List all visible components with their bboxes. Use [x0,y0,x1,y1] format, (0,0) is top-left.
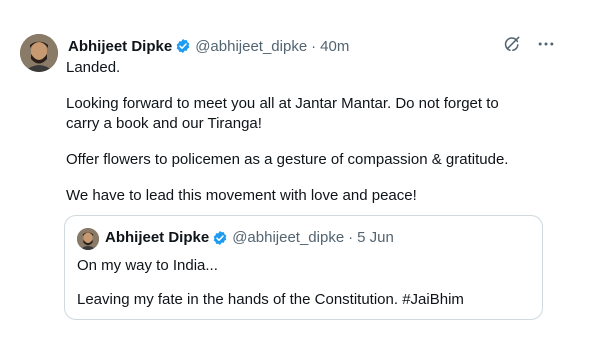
tweet-actions [502,34,556,54]
avatar-image [20,34,58,72]
tweet-text: Landed. Looking forward to meet you all … [66,58,546,204]
tweet[interactable]: Abhijeet Dipke @abhijeet_dipke · 40m Lan… [0,0,616,361]
timestamp[interactable]: 40m [320,38,349,55]
grok-icon[interactable] [502,34,522,54]
quoted-timestamp: 5 Jun [357,229,394,246]
more-icon[interactable] [536,34,556,54]
quoted-tweet[interactable]: Abhijeet Dipke @abhijeet_dipke · 5 Jun O… [64,215,543,320]
quoted-header: Abhijeet Dipke @abhijeet_dipke · 5 Jun [105,229,394,246]
tweet-paragraph: Looking forward to meet you all at Janta… [66,95,499,132]
quoted-text: On my way to India... Leaving my fate in… [77,256,464,308]
quoted-author-name: Abhijeet Dipke [105,229,210,246]
tweet-paragraph: Landed. [66,59,121,76]
verified-badge-icon [212,230,228,246]
quoted-avatar [77,228,99,250]
quoted-line: Leaving my fate in the hands of the Cons… [77,291,464,308]
author-name[interactable]: Abhijeet Dipke [68,38,172,55]
tweet-header: Abhijeet Dipke @abhijeet_dipke · 40m [68,36,349,56]
quoted-line: On my way to India... [77,257,218,274]
verified-badge-icon [175,38,191,54]
separator: · [311,37,317,55]
separator: · [348,229,354,246]
avatar[interactable] [20,34,58,72]
tweet-paragraph: We have to lead this movement with love … [66,187,417,204]
author-handle[interactable]: @abhijeet_dipke [195,38,307,55]
tweet-paragraph: Offer flowers to policemen as a gesture … [66,151,509,168]
quoted-author-handle: @abhijeet_dipke [232,229,345,246]
